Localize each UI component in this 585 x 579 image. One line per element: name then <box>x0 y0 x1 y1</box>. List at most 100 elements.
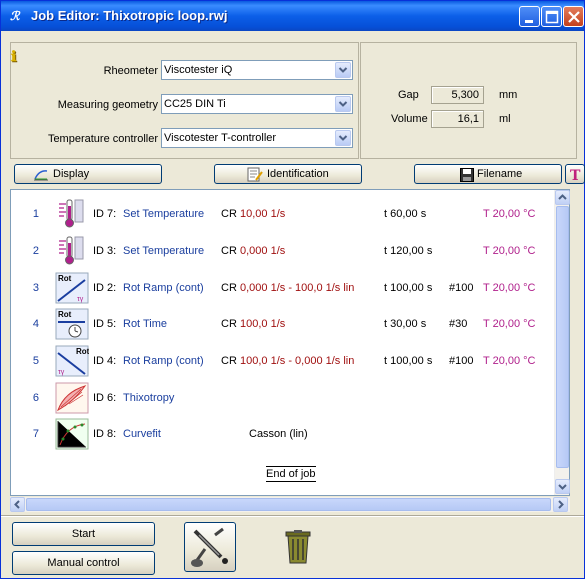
svg-text:τγ: τγ <box>77 296 84 303</box>
svg-text:Rot: Rot <box>58 310 72 319</box>
job-step-row[interactable]: Rot τγ 3 ID 2: Rot Ramp (cont) CR 0,000 1/s - … <box>11 272 556 306</box>
job-step-list[interactable]: 1 ID 7: Set Temperature CR 10,00 1/s t 60,00 … <box>10 189 570 496</box>
filename-label: Filename <box>477 168 523 180</box>
thermometer-icon <box>55 235 89 267</box>
device-settings-panel: ℹ Rheometer Viscotester iQ Measuring geo… <box>10 42 359 159</box>
job-editor-window: ℛ Job Editor: Thixotropic loop.rwj ℹ Rhe… <box>0 0 585 579</box>
scroll-right-button[interactable] <box>553 497 568 512</box>
window-title: Job Editor: Thixotropic loop.rwj <box>31 8 228 23</box>
volume-value: 16,1 <box>431 110 484 128</box>
temp-controller-select[interactable]: Viscotester T-controller <box>161 128 353 148</box>
chevron-left-icon <box>14 500 20 509</box>
thermometer-icon <box>55 198 89 230</box>
display-label: Display <box>53 168 90 180</box>
job-step-row[interactable]: 2 ID 3: Set Temperature CR 0,000 1/s t 120,00… <box>11 235 556 269</box>
job-step-row[interactable]: 6 ID 6: Thixotropy <box>11 382 556 416</box>
step-number: 4 <box>32 318 39 330</box>
measuring-system-button[interactable] <box>184 522 236 572</box>
step-id: ID 5: <box>93 318 117 330</box>
volume-label: Volume <box>391 113 428 125</box>
scroll-up-button[interactable] <box>555 190 570 205</box>
step-temperature: T 20,00 °C <box>483 245 536 257</box>
identification-button[interactable]: Identification <box>214 164 362 184</box>
curvefit-icon <box>55 418 89 450</box>
geometry-label: Measuring geometry <box>57 99 158 111</box>
title-bar[interactable]: ℛ Job Editor: Thixotropic loop.rwj <box>1 1 584 31</box>
rheometer-value: Viscotester iQ <box>164 64 233 76</box>
step-mode: CR <box>221 208 237 220</box>
scroll-left-button[interactable] <box>10 497 25 512</box>
close-icon <box>568 11 580 23</box>
gap-label: Gap <box>398 89 419 101</box>
rheometer-label: Rheometer <box>103 65 158 77</box>
step-operation: Set Temperature <box>123 208 205 220</box>
step-operation: Thixotropy <box>123 392 175 404</box>
spindle-tool-icon <box>191 527 228 567</box>
step-value: 100,0 1/s <box>240 318 286 330</box>
scroll-down-button[interactable] <box>555 479 570 494</box>
rheo-app-icon: ℛ <box>9 8 27 24</box>
start-button[interactable]: Start <box>12 522 155 546</box>
temp-controller-value: Viscotester T-controller <box>164 132 277 144</box>
geometry-select[interactable]: CC25 DIN Ti <box>161 94 353 114</box>
step-value: 0,000 1/s - 100,0 1/s lin <box>240 282 355 294</box>
step-points: #30 <box>449 318 468 330</box>
job-step-row[interactable]: 1 ID 7: Set Temperature CR 10,00 1/s t 60,00 … <box>11 198 556 232</box>
maximize-button[interactable] <box>541 6 562 27</box>
vertical-scroll-thumb[interactable] <box>556 206 569 468</box>
gap-value: 5,300 <box>431 86 484 104</box>
step-id: ID 2: <box>93 282 117 294</box>
manual-control-button[interactable]: Manual control <box>12 551 155 575</box>
chevron-down-icon <box>558 484 567 490</box>
horizontal-scroll-thumb[interactable] <box>26 498 551 511</box>
filename-button[interactable]: Filename <box>414 164 562 184</box>
step-id: ID 7: <box>93 208 117 220</box>
step-duration: t 60,00 s <box>384 208 427 220</box>
job-step-row[interactable]: Rot 4 ID 5: Rot Time CR 100,0 1/s t 30,00 s #30… <box>11 308 556 342</box>
maximize-icon <box>545 10 559 24</box>
step-id: ID 6: <box>93 392 117 404</box>
chevron-down-icon[interactable] <box>335 62 351 78</box>
step-number: 1 <box>32 208 39 220</box>
step-duration: t 120,00 s <box>384 245 433 257</box>
chevron-down-icon[interactable] <box>335 96 351 112</box>
minimize-button[interactable] <box>519 6 540 27</box>
rot-ramp-down-icon: Rot τγ <box>55 345 90 377</box>
geometry-info-panel: Gap 5,300 mm Volume 16,1 ml <box>360 42 577 159</box>
job-step-row[interactable]: 7 ID 8: Curvefit Casson (lin) <box>11 418 556 452</box>
text-tool-icon: T <box>570 168 581 183</box>
step-duration: t 30,00 s <box>384 318 427 330</box>
bottom-separator <box>1 515 584 517</box>
info-icon: ℹ <box>11 49 17 65</box>
step-value: 0,000 1/s <box>240 245 286 257</box>
display-button[interactable]: Display <box>14 164 162 184</box>
svg-text:Rot: Rot <box>58 274 72 283</box>
trash-icon[interactable] <box>285 530 311 564</box>
step-temperature: T 20,00 °C <box>483 208 536 220</box>
step-operation: Rot Ramp (cont) <box>123 355 204 367</box>
step-duration: t 100,00 s <box>384 355 433 367</box>
chevron-down-icon[interactable] <box>335 130 351 146</box>
svg-text:T: T <box>570 168 581 183</box>
step-operation: Curvefit <box>123 428 161 440</box>
rot-ramp-up-icon: Rot τγ <box>55 272 89 304</box>
job-step-row[interactable]: Rot τγ 5 ID 4: Rot Ramp (cont) CR 100,0 1/s - … <box>11 345 556 379</box>
step-number: 2 <box>32 245 39 257</box>
step-temperature: T 20,00 °C <box>483 318 536 330</box>
step-id: ID 3: <box>93 245 117 257</box>
step-id: ID 4: <box>93 355 117 367</box>
step-points: #100 <box>449 282 474 294</box>
step-operation: Rot Time <box>123 318 168 330</box>
horizontal-scrollbar[interactable] <box>10 497 570 512</box>
identification-icon <box>247 167 263 182</box>
step-value: 100,0 1/s - 0,000 1/s lin <box>240 355 355 367</box>
vertical-scrollbar[interactable] <box>554 190 570 495</box>
step-temperature: T 20,00 °C <box>483 282 536 294</box>
volume-unit: ml <box>499 113 511 125</box>
text-button[interactable]: T <box>565 164 585 184</box>
rot-time-icon: Rot <box>55 308 89 340</box>
minimize-icon <box>525 20 533 23</box>
rheometer-select[interactable]: Viscotester iQ <box>161 60 353 80</box>
close-button[interactable] <box>563 6 584 27</box>
step-mode: CR <box>221 318 237 330</box>
